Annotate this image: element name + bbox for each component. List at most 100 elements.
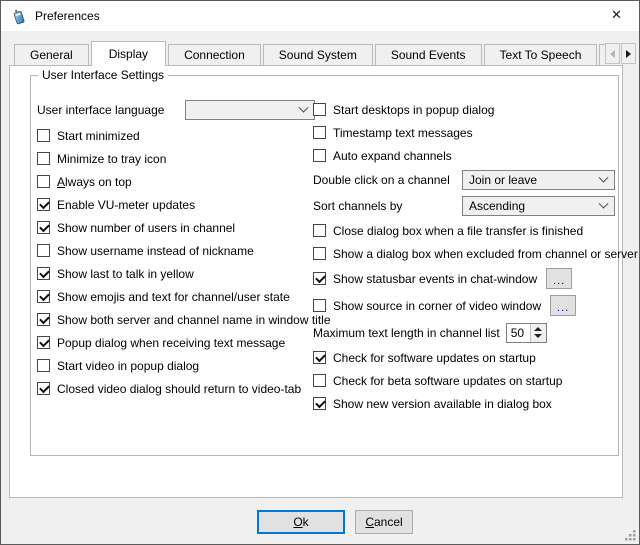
checkbox-label: Close dialog box when a file transfer is… <box>333 224 583 238</box>
checkbox[interactable] <box>313 103 326 116</box>
tab-scroll-left-button[interactable] <box>605 43 620 64</box>
checkbox-label: Show last to talk in yellow <box>57 267 194 281</box>
checkbox[interactable] <box>37 359 50 372</box>
checkbox-row-timestamp: Timestamp text messages <box>313 121 615 144</box>
checkbox[interactable] <box>37 221 50 234</box>
spinbox-buttons[interactable] <box>530 324 546 342</box>
spinbox-value[interactable]: 50 <box>507 324 530 342</box>
checkbox-label: Closed video dialog should return to vid… <box>57 382 301 396</box>
language-select[interactable] <box>185 100 315 120</box>
checkbox-label: Minimize to tray icon <box>57 152 166 166</box>
tab-bar: General Display Connection Sound System … <box>14 41 608 66</box>
checkbox-label: Show source in corner of video window <box>333 299 541 313</box>
checkbox[interactable] <box>37 198 50 211</box>
chevron-down-icon <box>299 102 309 112</box>
checkbox-row-video-popup: Start video in popup dialog <box>37 354 315 377</box>
tab-display[interactable]: Display <box>91 41 166 66</box>
arrow-right-icon <box>626 50 631 58</box>
app-logo-icon <box>10 8 27 25</box>
checkbox-label: Show emojis and text for channel/user st… <box>57 290 290 304</box>
checkbox-row-vu-meter: Enable VU-meter updates <box>37 193 315 216</box>
checkbox-row-check-updates: Check for software updates on startup <box>313 346 615 369</box>
checkbox-row-minimize-tray: Minimize to tray icon <box>37 147 315 170</box>
arrow-left-icon <box>610 50 615 58</box>
display-tab-page: User Interface Settings User interface l… <box>9 65 623 498</box>
checkbox[interactable] <box>313 397 326 410</box>
video-source-row: Show source in corner of video window ..… <box>313 292 615 319</box>
tab-general[interactable]: General <box>14 44 89 65</box>
checkbox-label: Show statusbar events in chat-window <box>333 272 537 286</box>
double-click-select[interactable]: Join or leave <box>462 170 615 190</box>
tab-text-to-speech[interactable]: Text To Speech <box>484 44 598 65</box>
checkbox-label: Check for beta software updates on start… <box>333 374 562 388</box>
checkbox-label: Check for software updates on startup <box>333 351 536 365</box>
chevron-down-icon <box>599 198 609 208</box>
checkbox-label: Start video in popup dialog <box>57 359 199 373</box>
max-text-length-label: Maximum text length in channel list <box>313 326 500 340</box>
checkbox-label: Start minimized <box>57 129 140 143</box>
statusbar-events-more-button[interactable]: ... <box>546 268 572 289</box>
left-column: User interface language Start minimized … <box>37 98 315 400</box>
checkbox-row-desktops-popup: Start desktops in popup dialog <box>313 98 615 121</box>
checkbox[interactable] <box>37 244 50 257</box>
double-click-label: Double click on a channel <box>313 173 450 187</box>
max-text-length-spinbox[interactable]: 50 <box>506 323 547 343</box>
preferences-dialog: Preferences ✕ General Display Connection… <box>0 0 640 545</box>
checkbox-label: Show new version available in dialog box <box>333 397 552 411</box>
checkbox-label: Timestamp text messages <box>333 126 473 140</box>
checkbox-label: Always on top <box>57 175 132 189</box>
cancel-button[interactable]: Cancel <box>355 510 413 534</box>
checkbox[interactable] <box>313 351 326 364</box>
window-title: Preferences <box>35 9 100 23</box>
video-source-more-button[interactable]: ... <box>550 295 576 316</box>
checkbox[interactable] <box>313 224 326 237</box>
checkbox[interactable] <box>37 382 50 395</box>
checkbox[interactable] <box>37 175 50 188</box>
checkbox[interactable] <box>313 247 326 260</box>
checkbox-row-new-version-dialog: Show new version available in dialog box <box>313 392 615 415</box>
checkbox[interactable] <box>37 152 50 165</box>
checkbox-row-show-username: Show username instead of nickname <box>37 239 315 262</box>
tab-sound-system[interactable]: Sound System <box>263 44 373 65</box>
checkbox-label: Show number of users in channel <box>57 221 235 235</box>
checkbox-row-auto-expand: Auto expand channels <box>313 144 615 167</box>
close-button[interactable]: ✕ <box>594 1 639 30</box>
checkbox[interactable] <box>37 267 50 280</box>
checkbox-label: Auto expand channels <box>333 149 452 163</box>
tab-scroll-right-button[interactable] <box>621 43 636 64</box>
checkbox-row-excluded-dialog: Show a dialog box when excluded from cha… <box>313 242 615 265</box>
right-column: Start desktops in popup dialog Timestamp… <box>313 98 615 415</box>
tab-sound-events[interactable]: Sound Events <box>375 44 482 65</box>
max-text-length-row: Maximum text length in channel list 50 <box>313 319 615 346</box>
checkbox[interactable] <box>313 149 326 162</box>
checkbox[interactable] <box>37 313 50 326</box>
checkbox[interactable] <box>313 299 326 312</box>
ok-button[interactable]: Ok <box>257 510 345 534</box>
checkbox-row-always-on-top: Always on top <box>37 170 315 193</box>
checkbox[interactable] <box>37 336 50 349</box>
checkbox-row-close-on-transfer: Close dialog box when a file transfer is… <box>313 219 615 242</box>
sort-channels-row: Sort channels by Ascending <box>313 193 615 219</box>
language-row: User interface language <box>37 98 315 122</box>
double-click-row: Double click on a channel Join or leave <box>313 167 615 193</box>
sort-channels-select[interactable]: Ascending <box>462 196 615 216</box>
checkbox[interactable] <box>313 272 326 285</box>
checkbox-row-window-title: Show both server and channel name in win… <box>37 308 315 331</box>
checkbox-label: Show a dialog box when excluded from cha… <box>333 247 638 261</box>
titlebar: Preferences ✕ <box>1 1 639 31</box>
checkbox-label: Enable VU-meter updates <box>57 198 195 212</box>
checkbox-label: Start desktops in popup dialog <box>333 103 494 117</box>
checkbox-row-emojis: Show emojis and text for channel/user st… <box>37 285 315 308</box>
checkbox[interactable] <box>313 374 326 387</box>
checkbox-row-last-to-talk: Show last to talk in yellow <box>37 262 315 285</box>
resize-grip[interactable] <box>623 528 637 542</box>
checkbox[interactable] <box>313 126 326 139</box>
spin-up-icon <box>534 327 542 331</box>
language-label: User interface language <box>37 103 164 117</box>
sort-channels-value: Ascending <box>469 199 525 213</box>
checkbox[interactable] <box>37 290 50 303</box>
tab-connection[interactable]: Connection <box>168 44 261 65</box>
sort-channels-label: Sort channels by <box>313 199 402 213</box>
tab-scroll-buttons <box>604 43 636 64</box>
checkbox[interactable] <box>37 129 50 142</box>
